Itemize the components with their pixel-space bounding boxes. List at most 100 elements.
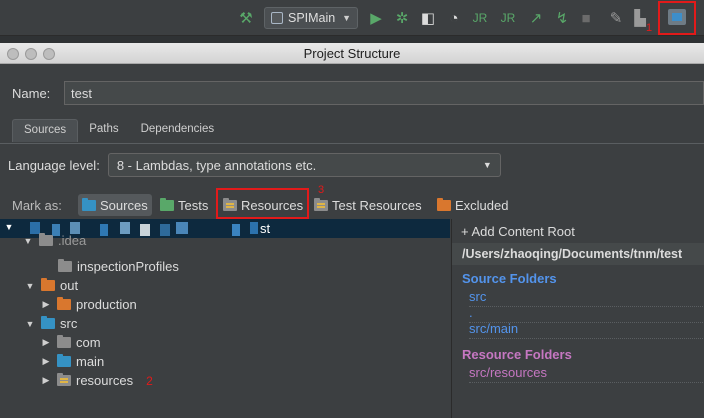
tests-folder-icon [160, 197, 174, 211]
ide-toolbar: ⚒ SPIMain ▼ ▶ ✲ ◧ ◔ JR JR ↗ ↯ ■ ✎ ▙ 1 [0, 0, 704, 36]
tree-item-label: com [76, 335, 101, 350]
hammer-icon[interactable]: ⚒ [236, 8, 256, 28]
tree-item-label: main [76, 354, 105, 369]
content-root-path: /Users/zhaoqing/Documents/tnm/test [452, 243, 704, 265]
language-level-row: Language level: 8 - Lambdas, type annota… [8, 153, 501, 177]
tab-sources[interactable]: Sources [12, 119, 79, 142]
tree-row-resources[interactable]: ▶ resources 2 [40, 371, 153, 390]
mark-sources-button[interactable]: Sources [78, 194, 152, 216]
window-minimize-button[interactable] [25, 48, 37, 60]
test-resources-folder-icon [314, 197, 328, 211]
package-folder-icon [57, 335, 71, 348]
tabs-divider [0, 143, 704, 144]
tree-row-out[interactable]: ▼ out [24, 276, 78, 295]
resource-folders-title: Resource Folders [462, 347, 572, 362]
chevron-down-icon: ▼ [482, 160, 492, 170]
window-zoom-button[interactable] [43, 48, 55, 60]
expand-arrow-icon[interactable]: ▼ [24, 319, 36, 329]
folder-icon [57, 297, 71, 310]
highlight-box-toolbar [658, 1, 696, 35]
source-folders-title: Source Folders [462, 271, 557, 286]
source-folder-icon [41, 316, 55, 329]
tree-item-label: .idea [58, 233, 87, 248]
language-level-value: 8 - Lambdas, type annotations etc. [116, 157, 317, 173]
redacted-pixel-block [232, 224, 240, 236]
annotation-2: 2 [146, 373, 153, 388]
tree-row-com[interactable]: ▶ com [40, 333, 101, 352]
debug-icon[interactable]: ✲ [392, 8, 412, 28]
redacted-pixel-block [140, 224, 150, 236]
tab-paths[interactable]: Paths [78, 119, 129, 142]
mark-as-toolbar: Mark as: Sources Tests Resources Test Re… [0, 184, 704, 219]
tree-item-label: inspectionProfiles [77, 259, 179, 274]
jrebel-run-icon[interactable]: JR [470, 8, 490, 28]
folder-icon [39, 233, 53, 246]
coverage-icon[interactable]: ◧ [418, 8, 438, 28]
mark-excluded-label: Excluded [455, 197, 509, 213]
redacted-pixel-block [100, 224, 108, 236]
mark-test-resources-button[interactable]: Test Resources [310, 194, 426, 216]
stop-icon[interactable]: ■ [576, 8, 596, 28]
redacted-pixel-block [160, 224, 170, 236]
mark-tests-label: Tests [178, 197, 209, 213]
attach-debug-icon[interactable]: ↯ [552, 8, 572, 28]
expand-arrow-icon[interactable]: ▶ [40, 299, 52, 310]
annotation-1: 1 [646, 22, 653, 34]
run-icon[interactable]: ▶ [366, 8, 386, 28]
tabs: Sources Paths Dependencies [12, 119, 225, 142]
name-row: Name: [12, 81, 704, 105]
redacted-pixel-block [176, 222, 188, 234]
mark-test-resources-label: Test Resources [332, 197, 422, 213]
sources-folder-icon [82, 197, 96, 211]
excluded-folder-icon [437, 197, 451, 211]
expand-arrow-icon[interactable]: ▶ [40, 356, 52, 367]
expand-arrow-icon[interactable]: ▶ [40, 337, 52, 348]
folder-icon [58, 259, 72, 272]
run-config-label: SPIMain [288, 11, 336, 25]
name-label: Name: [12, 85, 51, 101]
attach-icon[interactable]: ↗ [526, 8, 546, 28]
language-level-select[interactable]: 8 - Lambdas, type annotations etc. ▼ [107, 153, 501, 177]
language-level-label: Language level: [8, 157, 100, 173]
resource-folder-item[interactable]: src/resources [469, 365, 704, 383]
dialog-titlebar: Project Structure [0, 43, 704, 64]
resources-folder-icon [57, 373, 71, 386]
root-label-suffix: st [260, 221, 271, 236]
expand-arrow-icon[interactable]: ▼ [24, 281, 36, 291]
tree-row-production[interactable]: ▶ production [40, 295, 137, 314]
tree-row-idea[interactable]: ▼ .idea [22, 231, 86, 250]
expand-arrow-icon[interactable]: ▼ [22, 236, 34, 246]
tree-item-label: src [60, 316, 78, 331]
redacted-pixel-block [250, 222, 258, 234]
highlight-box-resources [216, 188, 309, 219]
run-config-icon [271, 12, 283, 24]
redacted-pixel-block [120, 222, 130, 234]
chevron-down-icon: ▼ [342, 13, 351, 23]
mark-as-label: Mark as: [12, 198, 62, 213]
run-config-dropdown[interactable]: SPIMain ▼ [264, 7, 358, 29]
source-folder-icon [57, 354, 71, 367]
add-content-root-button[interactable]: + Add Content Root [461, 224, 575, 239]
expand-arrow-icon[interactable]: ▶ [40, 375, 52, 386]
tree-item-label: out [60, 278, 79, 293]
source-folder-item[interactable]: src/main [469, 321, 704, 339]
expand-arrow-icon[interactable]: ▼ [3, 222, 15, 232]
annotation-3: 3 [318, 184, 325, 196]
window-close-button[interactable] [7, 48, 19, 60]
dialog-title: Project Structure [303, 45, 401, 61]
tree-row-main[interactable]: ▶ main [40, 352, 104, 371]
vcs-update-icon[interactable]: ✎ [606, 8, 626, 28]
profile-icon[interactable]: ◔ [444, 8, 464, 28]
mark-excluded-button[interactable]: Excluded [433, 194, 512, 216]
tree-item-label: production [76, 297, 137, 312]
jrebel-debug-icon[interactable]: JR [498, 8, 518, 28]
tab-dependencies[interactable]: Dependencies [130, 119, 226, 142]
mark-sources-label: Sources [100, 197, 148, 213]
folder-icon [41, 278, 55, 291]
tree-row-src[interactable]: ▼ src [24, 314, 77, 333]
name-input[interactable] [64, 81, 704, 105]
tree-item-label: resources [76, 373, 134, 388]
tree-row-inspection-profiles[interactable]: inspectionProfiles [58, 257, 179, 276]
project-structure-dialog: Project Structure Name: Sources Paths De… [0, 43, 704, 418]
mark-tests-button[interactable]: Tests [156, 194, 212, 216]
